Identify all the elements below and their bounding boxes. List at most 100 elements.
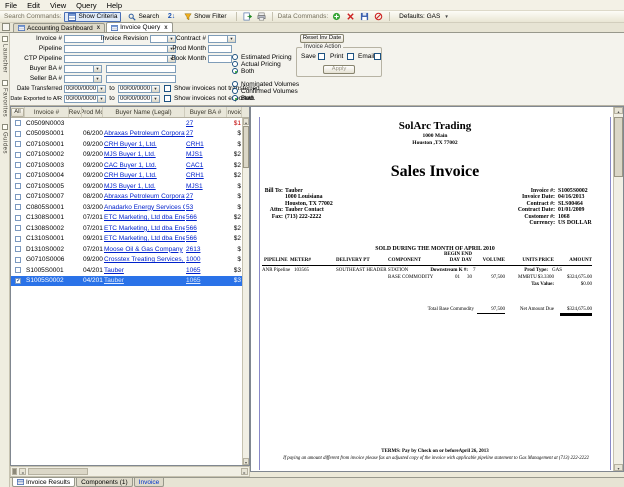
select-all-button[interactable]: All	[11, 108, 23, 117]
row-checkbox[interactable]	[15, 162, 21, 168]
table-row[interactable]: C1310S0001 09/2013 ETC Marketing, Ltd db…	[11, 234, 249, 245]
col-invoice-number[interactable]: Invoice #	[25, 107, 69, 117]
save-checkbox[interactable]	[318, 53, 325, 60]
print-icon[interactable]	[256, 12, 267, 22]
grid-horizontal-scrollbar[interactable]: ◂ ▸	[10, 466, 250, 477]
col-invoice-amount[interactable]: Invoic	[227, 107, 242, 117]
buyer-name-link[interactable]: CRH Buyer 1, Ltd.	[103, 172, 185, 179]
date-exported-to-input[interactable]: 00/00/0000▼	[118, 95, 160, 103]
scroll-left-icon[interactable]: ◂	[19, 468, 26, 475]
table-row[interactable]: S1005S0002 04/2010 Tauber 1065 $3	[11, 276, 249, 287]
row-checkbox[interactable]	[15, 173, 21, 179]
col-buyer-ba[interactable]: Buyer BA #	[185, 107, 227, 117]
dropdown-arrow-icon[interactable]: ▼	[151, 86, 159, 92]
row-checkbox[interactable]	[15, 267, 21, 273]
buyer-ba-link[interactable]: 566	[185, 235, 227, 242]
preview-vertical-scrollbar[interactable]: ▴ ▾	[613, 107, 623, 471]
delete-icon[interactable]	[345, 12, 356, 22]
seller-ba-name-input[interactable]	[106, 75, 176, 83]
cancel-icon[interactable]	[373, 12, 384, 22]
row-checkbox[interactable]	[15, 204, 21, 210]
buyer-name-link[interactable]: Crosstex Treating Services, L.P.	[103, 256, 185, 263]
buyer-name-link[interactable]: Moose Oil & Gas Company	[103, 246, 185, 253]
buyer-ba-link[interactable]: 1065	[185, 267, 227, 274]
col-revision[interactable]: Rev.	[69, 107, 82, 117]
defaults-dropdown[interactable]: Defaults: GAS ▼	[395, 12, 453, 22]
buyer-name-link[interactable]: MJS Buyer 1, Ltd.	[103, 183, 185, 190]
date-transferred-to-input[interactable]: 00/00/0000▼	[118, 85, 160, 93]
buyer-name-link[interactable]: Abraxas Petroleum Corporation	[103, 193, 185, 200]
buyer-name-link[interactable]: CAC Buyer 1, Ltd.	[103, 162, 185, 169]
buyer-name-link[interactable]: Tauber	[103, 267, 185, 274]
show-filter-button[interactable]: Show Filter	[180, 12, 231, 22]
tab-accounting-dashboard[interactable]: Accounting Dashboard x	[13, 23, 105, 32]
scroll-up-icon[interactable]: ▴	[243, 118, 249, 125]
scroll-up-icon[interactable]: ▴	[614, 107, 623, 114]
add-icon[interactable]	[331, 12, 342, 22]
show-not-exported-checkbox[interactable]	[164, 95, 171, 102]
scroll-right-icon[interactable]: ▸	[241, 468, 248, 475]
date-transferred-from-input[interactable]: 00/00/0000▼	[64, 85, 106, 93]
table-row[interactable]: C0710S0002 09/2007 MJS Buyer 1, Ltd. MJS…	[11, 150, 249, 161]
buyer-ba-link[interactable]: 27	[185, 193, 227, 200]
buyer-ba-link[interactable]: CAC1	[185, 162, 227, 169]
save-icon[interactable]	[359, 12, 370, 22]
print-checkbox[interactable]	[347, 53, 354, 60]
buyer-ba-link[interactable]: CRH1	[185, 141, 227, 148]
row-checkbox[interactable]	[15, 141, 21, 147]
table-row[interactable]: C1308S0002 07/2013 ETC Marketing, Ltd db…	[11, 223, 249, 234]
buyer-ba-combo[interactable]: ▼	[64, 65, 102, 73]
confirmed-volumes-radio[interactable]	[232, 88, 238, 94]
table-row[interactable]: C0509S0001 06/2005 Abraxas Petroleum Cor…	[11, 129, 249, 140]
export-icon[interactable]	[242, 12, 253, 22]
row-checkbox[interactable]	[15, 257, 21, 263]
menu-query[interactable]: Query	[71, 1, 101, 10]
scrollbar-thumb[interactable]	[28, 468, 88, 475]
scroll-down-icon[interactable]: ▾	[614, 464, 623, 471]
book-month-input[interactable]	[208, 55, 232, 63]
dropdown-arrow-icon[interactable]: ▼	[93, 66, 101, 72]
buyer-name-link[interactable]: CRH Buyer 1, Ltd.	[103, 141, 185, 148]
row-checkbox[interactable]	[15, 131, 21, 137]
table-row[interactable]: S1005S0001 04/2010 Tauber 1065 $3	[11, 265, 249, 276]
volumes-both-radio[interactable]	[232, 95, 238, 101]
menu-edit[interactable]: Edit	[22, 1, 45, 10]
buyer-ba-link[interactable]: 2613	[185, 246, 227, 253]
table-row[interactable]: C0710S0005 09/2007 MJS Buyer 1, Ltd. MJS…	[11, 181, 249, 192]
buyer-ba-link[interactable]: 1000	[185, 256, 227, 263]
actual-pricing-radio[interactable]	[232, 61, 238, 67]
buyer-ba-link[interactable]: MJS1	[185, 151, 227, 158]
dropdown-arrow-icon[interactable]: ▼	[97, 96, 105, 102]
contract-number-combo[interactable]: ▼	[208, 35, 236, 43]
close-icon[interactable]: x	[97, 25, 100, 31]
table-row[interactable]: C0710S0007 08/2005 Abraxas Petroleum Cor…	[11, 192, 249, 203]
pricing-both-radio[interactable]	[232, 68, 238, 74]
row-checkbox[interactable]	[15, 225, 21, 231]
show-not-transferred-checkbox[interactable]	[164, 85, 171, 92]
row-checkbox[interactable]	[15, 152, 21, 158]
scrollbar-thumb[interactable]	[614, 117, 623, 177]
panel-icon[interactable]	[2, 23, 10, 31]
row-checkbox[interactable]	[15, 246, 21, 252]
table-row[interactable]: C0509N0003 27 $1	[11, 118, 249, 129]
close-icon[interactable]: x	[164, 25, 167, 31]
sort-icon[interactable]: 2↓	[166, 12, 177, 22]
buyer-ba-link[interactable]: 1065	[185, 277, 227, 284]
apply-button[interactable]: Apply	[323, 65, 355, 74]
seller-ba-combo[interactable]: ▼	[64, 75, 102, 83]
buyer-ba-link[interactable]: 27	[185, 130, 227, 137]
row-checkbox[interactable]	[15, 236, 21, 242]
table-row[interactable]: C0710S0003 09/2007 CAC Buyer 1, Ltd. CAC…	[11, 160, 249, 171]
buyer-name-link[interactable]: MJS Buyer 1, Ltd.	[103, 151, 185, 158]
sidebar-item-launcher[interactable]: Launcher	[0, 33, 9, 77]
buyer-ba-link[interactable]: 566	[185, 225, 227, 232]
grid-vertical-scrollbar[interactable]: ▴ ▾	[242, 118, 249, 465]
buyer-name-link[interactable]: ETC Marketing, Ltd dba Energy Transfer	[103, 225, 185, 232]
table-row[interactable]: C0805S0001 03/2008 Anadarko Energy Servi…	[11, 202, 249, 213]
col-buyer-name[interactable]: Buyer Name (Legal)	[103, 107, 185, 117]
search-button[interactable]: Search	[124, 12, 163, 22]
sidebar-item-guides[interactable]: Guides	[0, 121, 9, 158]
tab-invoice-results[interactable]: Invoice Results	[12, 478, 75, 487]
scrollbar-thumb[interactable]	[243, 126, 249, 168]
row-checkbox[interactable]	[15, 194, 21, 200]
